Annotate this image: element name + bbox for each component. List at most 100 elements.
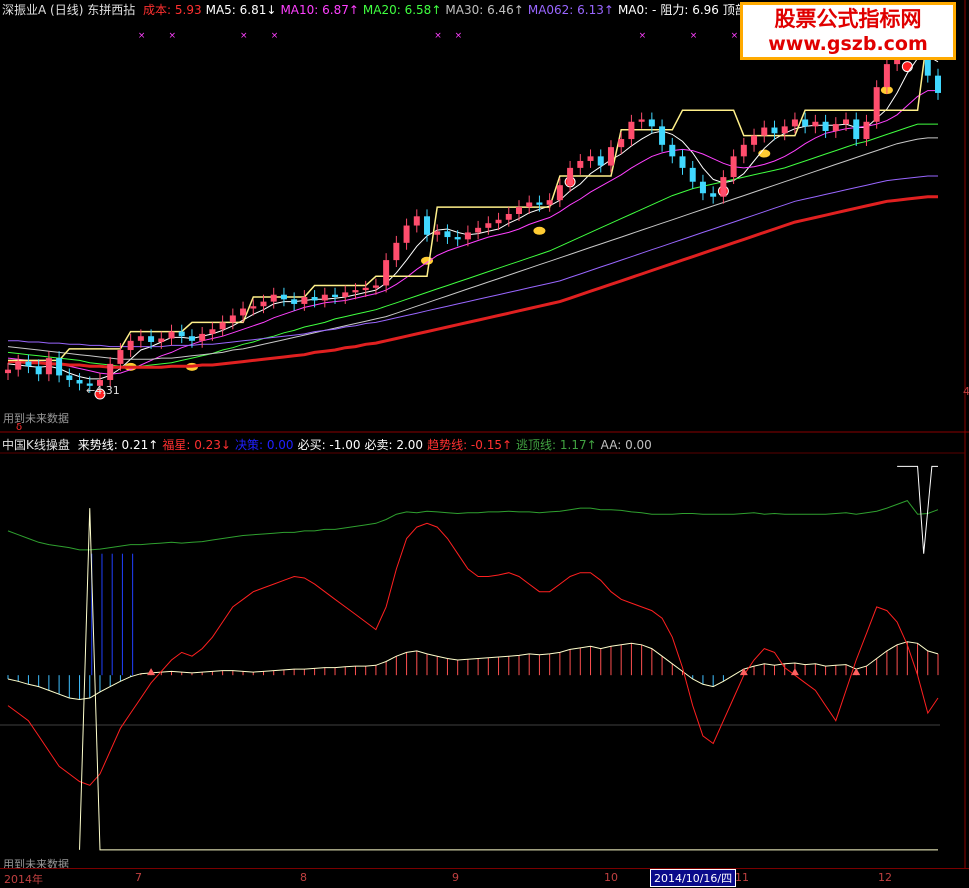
candle-body (873, 87, 880, 122)
gold-ingot-marker (421, 256, 434, 265)
candle-body (413, 216, 420, 226)
candle-body (393, 242, 400, 261)
candle-body (648, 119, 655, 127)
candle-body (485, 223, 492, 228)
cross-marker: × (639, 31, 647, 41)
candle-body (812, 121, 819, 127)
candle-body (454, 237, 461, 240)
x-tick-label: 7 (135, 871, 142, 884)
gold-ingot-marker (533, 226, 546, 235)
candle-body (607, 147, 614, 166)
candle-body (229, 315, 236, 323)
candle-body (546, 200, 553, 205)
candle-body (250, 306, 257, 309)
candle-body (76, 380, 83, 384)
candle-body (822, 121, 829, 131)
candle-body (362, 287, 369, 291)
candle-body (5, 369, 11, 374)
candle-body (219, 322, 226, 330)
price-indicator-4: MA30: 6.46↑ (445, 3, 524, 17)
candle-body (464, 232, 471, 240)
indicator-value-4: 必卖: 2.00 (364, 438, 424, 452)
x-tick-label: 9 (452, 871, 459, 884)
up-arrow-marker (790, 668, 799, 676)
candle-body (883, 64, 890, 88)
candle-body (424, 216, 431, 235)
ma-line-ma30 (7, 137, 938, 360)
indicator-value-1: 福星: 0.23↓ (162, 438, 231, 452)
must-buy-line (79, 508, 938, 851)
candle-body (270, 294, 277, 302)
candle-body (536, 202, 543, 205)
cross-marker: × (169, 31, 177, 41)
indicator-value-5: 趋势线: -0.15↑ (427, 438, 513, 452)
candle-body (260, 301, 267, 307)
price-indicator-0: 成本: 5.93 (143, 3, 202, 17)
cross-marker: × (731, 31, 739, 41)
candle-body (771, 127, 778, 134)
candle-body (301, 297, 308, 304)
indicator-value-2: 决策: 0.00 (234, 438, 294, 452)
candle-body (761, 127, 768, 136)
candle-body (689, 167, 696, 182)
watermark-logo: 股票公式指标网 www.gszb.com (740, 2, 956, 60)
candle-body (209, 329, 216, 334)
indicator-value-6: 逃顶线: 1.17↑ (516, 438, 597, 452)
resistance-line (8, 31, 938, 362)
x-tick-label: 8 (300, 871, 307, 884)
buy-signal-marker (901, 61, 913, 73)
x-tick-label: 12 (878, 871, 892, 884)
candle-body (710, 193, 717, 197)
candle-body (802, 119, 809, 127)
future-data-mark: δ (16, 422, 23, 433)
candle-body (832, 124, 839, 131)
price-header: 深振业A (日线) 东拼西拈 成本: 5.93 MA5: 6.81↓ MA10: 6… (2, 1, 790, 18)
candle-body (475, 227, 482, 233)
candle-body (137, 336, 144, 341)
candle-body (659, 126, 666, 145)
candle-body (352, 290, 359, 293)
price-indicator-2: MA10: 6.87↑ (280, 3, 359, 17)
indicator-values: 来势线: 0.21↑ 福星: 0.23↓ 决策: 0.00 必买: -1.00 必卖: … (78, 438, 656, 452)
candle-body (587, 156, 594, 161)
candle-body (526, 202, 533, 208)
candle-body (567, 167, 574, 186)
candle-body (444, 231, 451, 238)
candle-body (495, 219, 502, 224)
price-indicator-5: MA062: 6.13↑ (527, 3, 614, 17)
x-axis: 2014年 7 8 9 10 11 12 (0, 868, 969, 888)
watermark-url: www.gszb.com (768, 33, 928, 55)
indicator-value-7: AA: 0.00 (600, 438, 652, 452)
candle-body (679, 156, 686, 168)
price-indicator-7: 阻力: 6.96 (660, 3, 719, 17)
candle-body (863, 121, 870, 140)
cross-marker: × (271, 31, 279, 41)
watermark-title: 股票公式指标网 (774, 7, 922, 31)
x-tick-label: 2014年 (4, 873, 43, 886)
cross-marker: × (240, 31, 248, 41)
indicator-line-0 (7, 641, 939, 701)
candle-body (843, 119, 850, 125)
candle-body (669, 144, 676, 157)
candle-body (935, 75, 941, 93)
candle-body (240, 308, 247, 316)
candle-body (740, 144, 747, 157)
candle-body (434, 231, 441, 235)
candle-body (168, 331, 175, 339)
candle-body (148, 336, 155, 342)
cross-marker: × (690, 31, 698, 41)
price-indicators: 成本: 5.93 MA5: 6.81↓ MA10: 6.87↑ MA20: 6.58↑… (143, 3, 785, 17)
indicator-line-1 (7, 522, 939, 786)
price-indicator-3: MA20: 6.58↑ (362, 3, 442, 17)
candle-body (66, 375, 73, 381)
candle-body (597, 156, 604, 166)
indicator-value-0: 来势线: 0.21↑ (77, 438, 159, 452)
cost-line (8, 195, 938, 369)
stock-title: 深振业A (日线) 东拼西拈 (2, 3, 136, 17)
candle-body (15, 361, 22, 370)
up-arrow-marker (147, 668, 156, 676)
candles (5, 34, 941, 393)
candle-body (56, 358, 63, 376)
candle-body (280, 294, 287, 300)
candle-body (332, 294, 339, 298)
